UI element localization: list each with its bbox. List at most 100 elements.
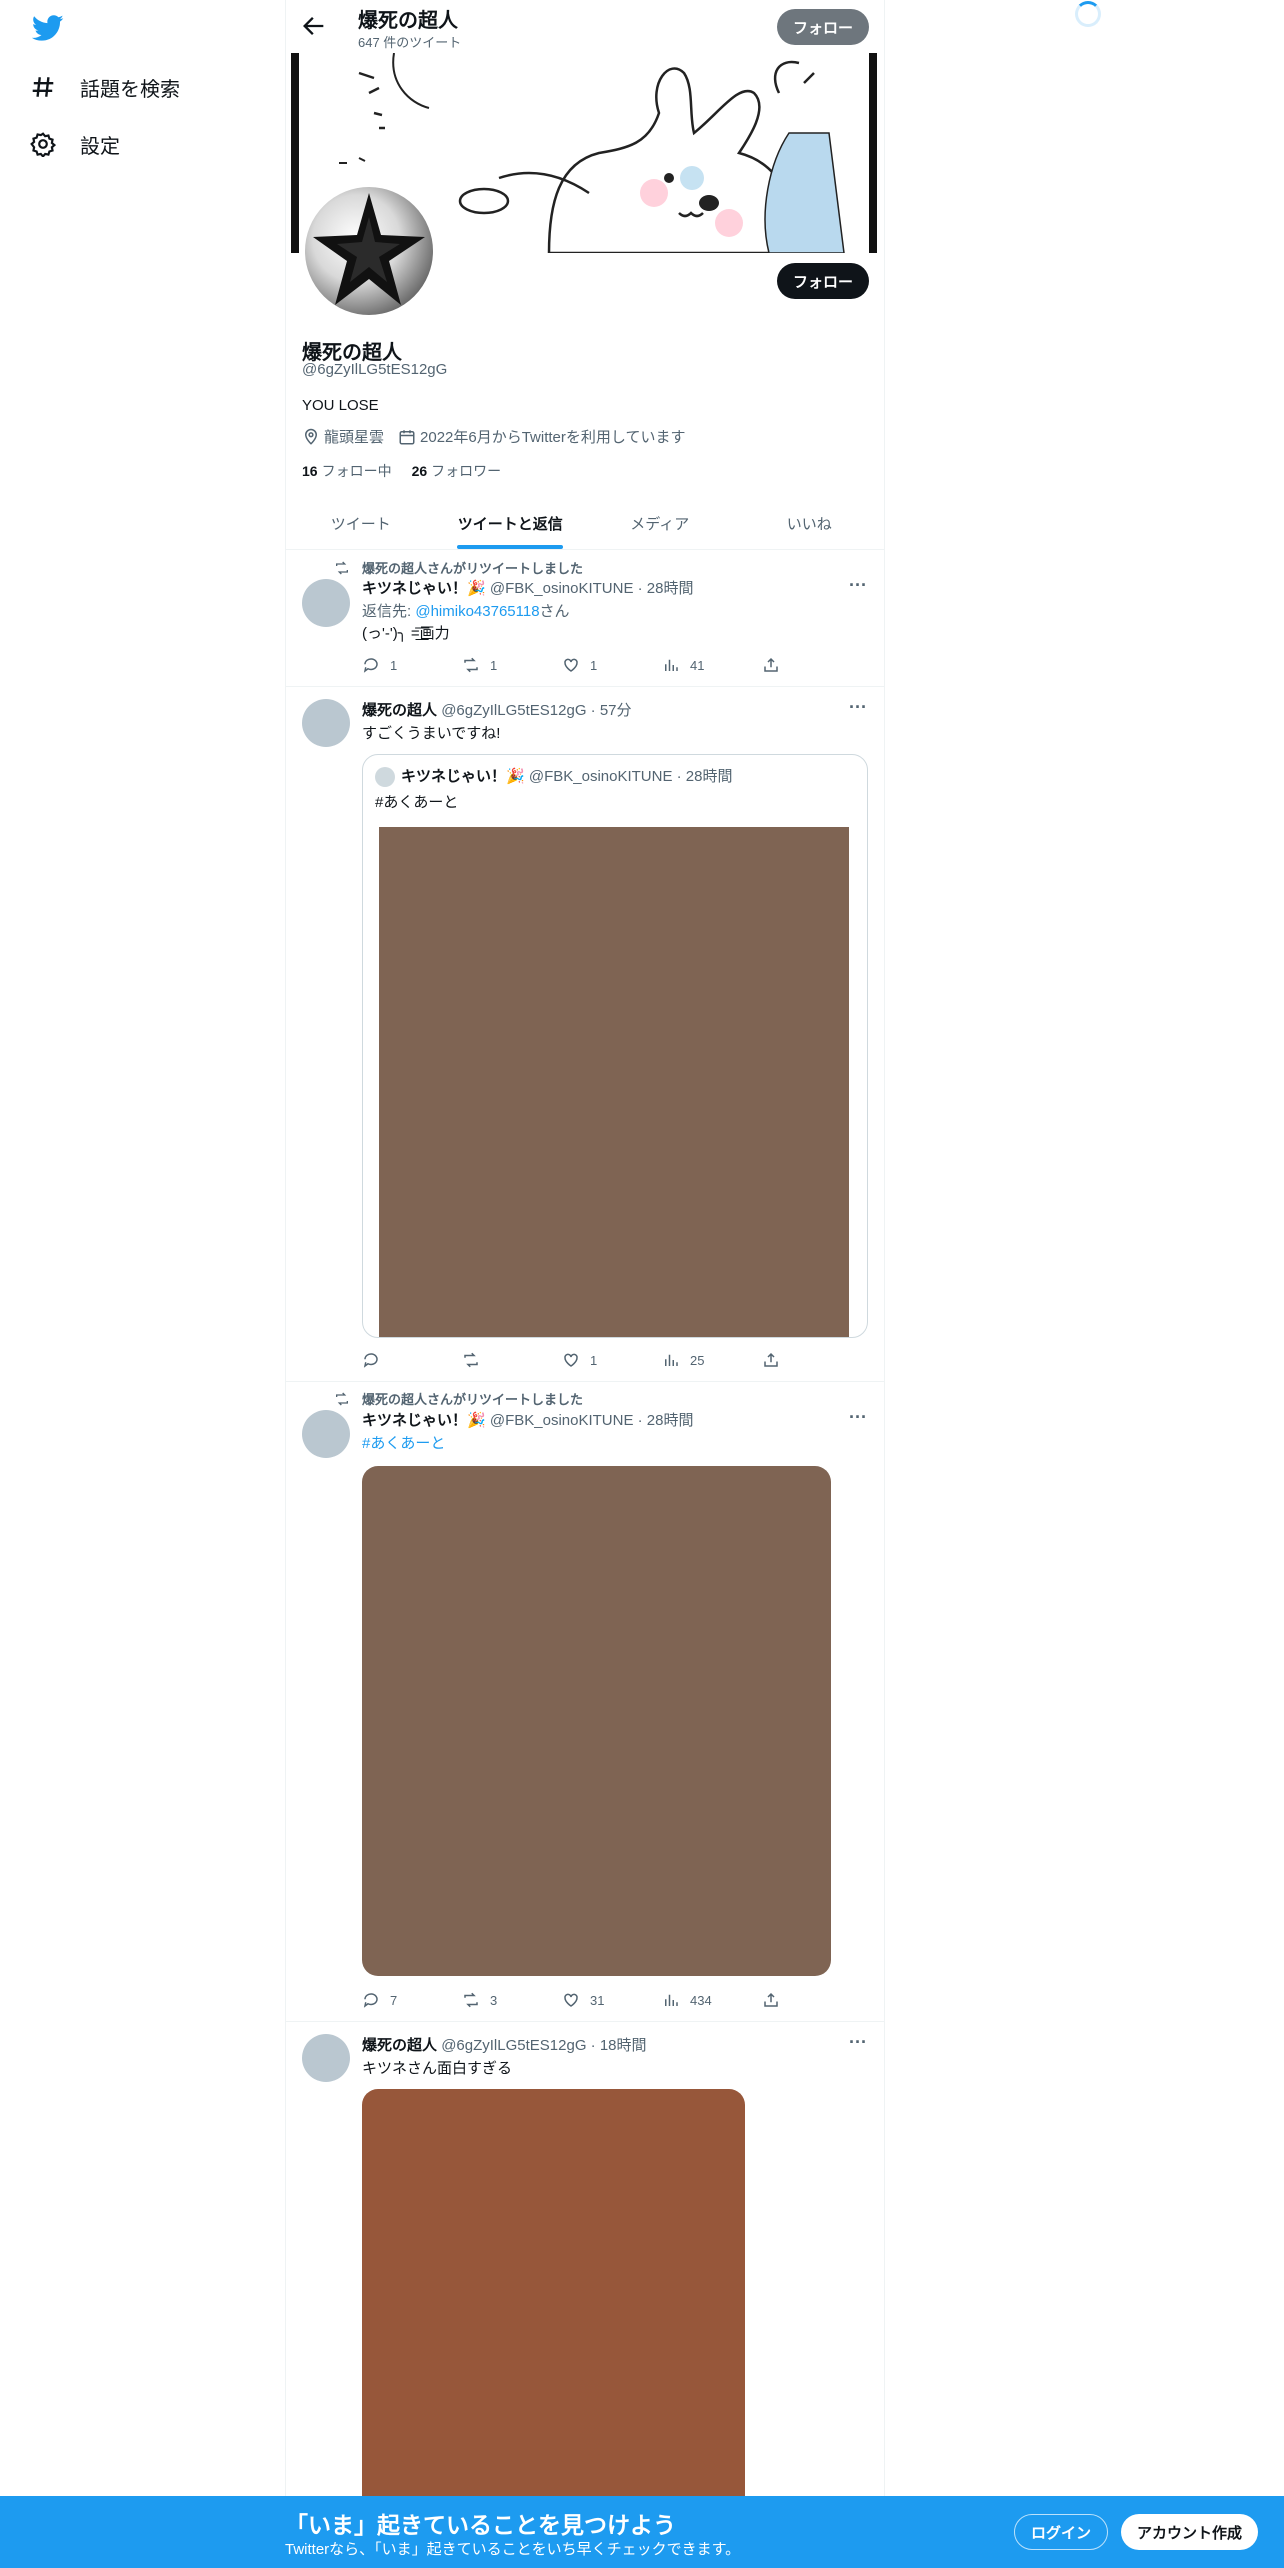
views-button[interactable]: 41 [662,656,762,674]
followers-link[interactable]: 26 フォロワー [412,461,502,481]
more-options-icon[interactable]: ··· [848,2033,868,2056]
bar-chart-icon [665,1354,678,1366]
back-arrow-icon[interactable] [300,12,328,40]
tweet-text: キツネさん面白すぎる [362,2060,513,2077]
gear-icon [30,132,56,157]
quoted-media-image[interactable] [379,827,849,1337]
reply-button[interactable] [362,1351,462,1369]
signup-banner-subtitle: Twitterなら、「いま」起きていることをいち早くチェックできます。 [285,2541,741,2558]
profile-tabs: ツイート ツイートと返信 メディア いいね [286,497,884,550]
tweet-time[interactable]: · 28時間 [638,580,694,597]
heart-icon [564,1353,578,1367]
header-follow-button[interactable]: フォロー [776,9,869,45]
tweet-header: 爆死の超人 @6gZyIlLG5tES12gG · 57分 [362,699,632,720]
login-button[interactable]: ログイン [1014,2514,1109,2550]
tweet-header: キツネじゃい！🎉 @FBK_osinoKITUNE · 28時間 [362,577,694,598]
followers-count: 26 [411,463,428,479]
nav-item-label: 話題を検索 [80,78,180,101]
reply-prefix: 返信先: [362,603,416,620]
tab-tweets[interactable]: ツイート [286,497,436,549]
avatar[interactable] [302,1410,350,1458]
retweet-icon [336,561,348,574]
tweet[interactable]: 爆死の超人さんがリツイートしました キツネじゃい！🎉 @FBK_osinoKIT… [286,551,884,687]
author-name[interactable]: 爆死の超人 [362,2037,437,2054]
author-handle[interactable]: @FBK_osinoKITUNE [490,580,634,597]
signup-banner-title: 「いま」起きていることを見つけよう [285,2512,676,2538]
profile-column: 爆死の超人 647 件のツイート フォロー フォロー 爆死の超人 @6gZyIl… [285,0,885,2568]
retweet-button[interactable]: 3 [462,1991,562,2009]
tab-likes[interactable]: いいね [735,497,885,549]
avatar[interactable] [302,2034,350,2082]
like-button[interactable]: 1 [562,1351,662,1369]
author-handle[interactable]: @FBK_osinoKITUNE [490,1412,634,1429]
author-handle[interactable]: @6gZyIlLG5tES12gG [441,702,586,719]
header-tweet-count: 647 件のツイート [358,35,462,50]
profile-avatar[interactable] [301,183,437,319]
location-pin-icon [304,428,318,445]
tweet-actions: 7 3 31 434 [362,1991,802,2009]
reply-count: 7 [390,1992,398,2008]
tweet-time[interactable]: · 18時間 [591,2037,647,2054]
retweet-icon [464,1352,478,1368]
author-name[interactable]: 爆死の超人 [362,702,437,719]
tweet[interactable]: 爆死の超人さんがリツイートしました キツネじゃい！🎉 @FBK_osinoKIT… [286,1382,884,2022]
more-options-icon[interactable]: ··· [848,576,868,599]
profile-location: 龍頭星雲 [302,426,384,447]
reply-button[interactable]: 1 [362,656,462,674]
retweet-button[interactable]: 1 [462,656,562,674]
following-link[interactable]: 16 フォロー中 [302,461,392,481]
more-options-icon[interactable]: ··· [848,1408,868,1431]
bar-chart-icon [665,1994,678,2006]
share-button[interactable] [762,1991,802,2009]
tweet-time[interactable]: · 57分 [591,702,632,719]
nav-item-settings[interactable]: 設定 [30,124,120,164]
like-button[interactable]: 31 [562,1991,662,2009]
tweet-header: 爆死の超人 @6gZyIlLG5tES12gG · 18時間 [362,2034,647,2055]
tweet-media-image[interactable] [362,1466,831,1976]
tweet-header: キツネじゃい！🎉 @FBK_osinoKITUNE · 28時間 [362,1409,694,1430]
signup-button[interactable]: アカウント作成 [1121,2514,1259,2550]
profile-follow-button[interactable]: フォロー [776,263,869,299]
tweet[interactable]: 爆死の超人 @6gZyIlLG5tES12gG · 18時間 ··· キツネさん… [286,2022,884,2568]
tab-tweets-and-replies[interactable]: ツイートと返信 [436,497,586,549]
tweet-media-image[interactable] [362,2089,745,2509]
retweet-count: 3 [490,1992,498,2008]
retweet-button[interactable] [462,1351,562,1369]
author-name[interactable]: キツネじゃい！🎉 [362,580,486,597]
tab-media[interactable]: メディア [585,497,735,549]
reply-icon [363,1353,378,1368]
quoted-text: #あくあーと [375,794,459,811]
tweet-time[interactable]: · 28時間 [638,1412,694,1429]
tweet-text: #あくあーと [362,1432,445,1453]
like-count: 1 [590,657,598,673]
quoted-author-handle: @FBK_osinoKITUNE [528,768,673,785]
quoted-author-name: キツネじゃい！🎉 [401,768,525,785]
avatar[interactable] [302,579,350,627]
quoted-tweet[interactable]: キツネじゃい！🎉 @FBK_osinoKITUNE · 28時間 #あくあーと [362,754,868,1338]
author-handle[interactable]: @6gZyIlLG5tES12gG [441,2037,586,2054]
signup-banner: 「いま」起きていることを見つけよう Twitterなら、「いま」起きていることを… [0,2496,1284,2568]
nav-item-explore[interactable]: 話題を検索 [30,67,180,107]
reply-icon [363,1993,378,2008]
share-button[interactable] [762,1351,802,1369]
share-icon [764,1352,778,1367]
reply-mention-link[interactable]: @himiko43765118 [415,603,539,620]
tweet[interactable]: 爆死の超人 @6gZyIlLG5tES12gG · 57分 ··· すごくうまい… [286,687,884,1382]
avatar[interactable] [302,699,350,747]
profile-joined: 2022年6月からTwitterを利用しています [398,426,685,447]
retweet-icon [464,657,478,673]
hashtag-link[interactable]: #あくあーと [362,1435,445,1452]
retweet-icon [464,1992,478,2008]
views-button[interactable]: 434 [662,1991,762,2009]
view-count: 25 [690,1352,705,1368]
reply-button[interactable]: 7 [362,1991,462,2009]
location-text: 龍頭星雲 [324,429,385,446]
author-name[interactable]: キツネじゃい！🎉 [362,1412,486,1429]
twitter-bird-icon[interactable] [32,12,64,44]
share-button[interactable] [762,656,802,674]
more-options-icon[interactable]: ··· [848,698,868,721]
like-button[interactable]: 1 [562,656,662,674]
views-button[interactable]: 25 [662,1351,762,1369]
followers-label: フォロワー [431,463,502,479]
reply-icon [363,658,378,673]
